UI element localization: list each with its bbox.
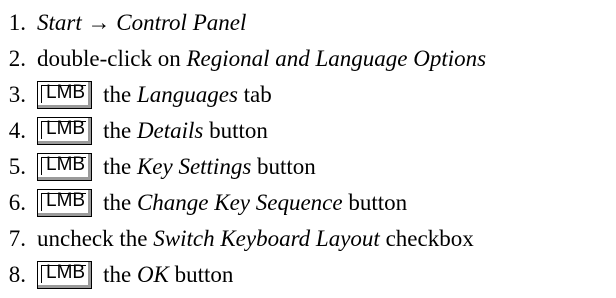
step-number: 8.: [8, 262, 26, 287]
step-text-segment: the: [103, 262, 137, 287]
step-text-segment: button: [168, 262, 234, 287]
step-item: 6. LMB the Change Key Sequence button: [0, 185, 616, 221]
step-number: 2.: [8, 46, 26, 71]
step-text-segment: checkbox: [379, 226, 474, 251]
ui-element-name: Regional and Language Options: [186, 46, 487, 71]
step-text: uncheck the Switch Keyboard Layout check…: [37, 221, 474, 257]
key-label: LMB: [46, 190, 86, 211]
step-number: 7.: [8, 226, 26, 251]
ui-element-name: Change Key Sequence: [136, 190, 343, 215]
step-item: 8. LMB the OK button: [0, 257, 616, 293]
step-item: 4. LMB the Details button: [0, 113, 616, 149]
step-number: 6.: [8, 190, 26, 215]
step-item: 5. LMB the Key Settings button: [0, 149, 616, 185]
ui-element-name: Key Settings: [136, 154, 252, 179]
step-text-segment: the: [103, 82, 137, 107]
step-item: 7. uncheck the Switch Keyboard Layout che…: [0, 221, 616, 257]
key-label: LMB: [46, 262, 86, 283]
mouse-button-key-icon: LMB: [37, 117, 93, 145]
step-text: double-click on Regional and Language Op…: [37, 41, 486, 77]
step-text: LMB the Key Settings button: [37, 149, 316, 185]
ui-element-name: OK: [136, 262, 169, 287]
step-text-segment: double-click on: [37, 46, 187, 71]
step-text-segment: the: [103, 154, 137, 179]
mouse-button-key-icon: LMB: [37, 189, 93, 217]
step-text: LMB the Change Key Sequence button: [37, 185, 407, 221]
step-number: 3.: [8, 82, 26, 107]
step-number: 4.: [8, 118, 26, 143]
step-text: LMB the Languages tab: [37, 77, 272, 113]
step-text-segment: the: [103, 118, 137, 143]
mouse-button-key-icon: LMB: [37, 81, 93, 109]
ui-element-name: Languages: [136, 82, 238, 107]
ui-element-name: Details: [136, 118, 204, 143]
ui-element-name: Switch Keyboard Layout: [153, 226, 380, 251]
step-text-segment: uncheck the: [37, 226, 154, 251]
step-text-segment: tab: [237, 82, 272, 107]
step-item: 2. double-click on Regional and Language …: [0, 41, 616, 77]
key-label: LMB: [46, 118, 86, 139]
mouse-button-key-icon: LMB: [37, 261, 93, 289]
mouse-button-key-icon: LMB: [37, 153, 93, 181]
instruction-document: 1. Start → Control Panel 2. double-click on…: [0, 0, 616, 298]
key-label: LMB: [46, 154, 86, 175]
ui-element-name: Start → Control Panel: [37, 10, 247, 35]
step-item: 3. LMB the Languages tab: [0, 77, 616, 113]
key-label: LMB: [46, 82, 86, 103]
step-text-segment: button: [251, 154, 316, 179]
step-text: LMB the Details button: [37, 113, 268, 149]
step-text-segment: the: [103, 190, 137, 215]
step-number: 1.: [8, 10, 26, 35]
instruction-steps-list: 1. Start → Control Panel 2. double-click on…: [0, 5, 616, 293]
step-number: 5.: [8, 154, 26, 179]
step-text: Start → Control Panel: [37, 5, 246, 41]
step-text: LMB the OK button: [37, 257, 233, 293]
step-item: 1. Start → Control Panel: [0, 5, 616, 41]
step-text-segment: button: [342, 190, 408, 215]
step-text-segment: button: [203, 118, 268, 143]
